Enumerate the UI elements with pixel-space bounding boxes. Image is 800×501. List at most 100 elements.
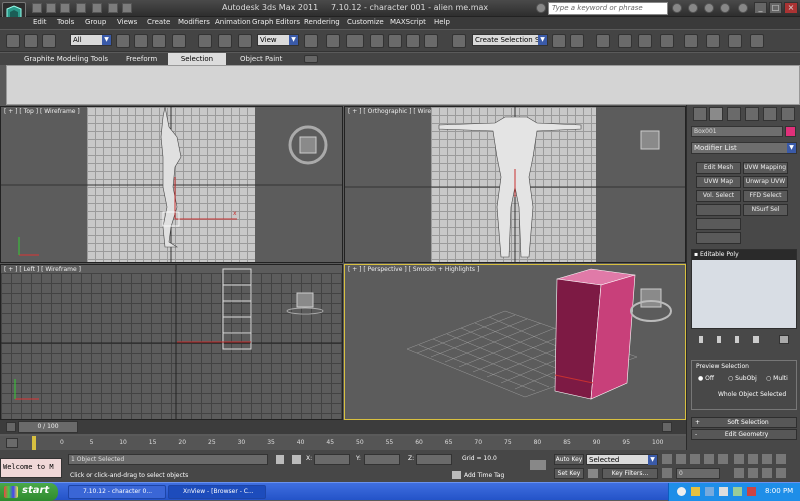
window-crossing-icon[interactable] [172,34,186,48]
curve-editor-icon[interactable] [638,34,652,48]
configure-sets-icon[interactable] [779,335,789,344]
new-file-icon[interactable] [32,3,42,13]
empty-modifier-button[interactable] [696,204,741,216]
empty-modifier-button-3[interactable] [696,232,741,244]
key-mode-toggle-icon[interactable] [662,468,672,478]
stack-item-editable-poly[interactable]: ▪ Editable Poly [692,250,796,260]
close-icon[interactable]: × [784,2,798,14]
make-unique-icon[interactable] [735,336,739,343]
menu-help[interactable]: Help [434,18,450,26]
search-go-icon[interactable] [672,3,682,13]
project-folder-icon[interactable] [108,3,118,13]
orbit-icon[interactable] [762,468,772,478]
angle-snap-icon[interactable] [388,34,402,48]
task-xnview[interactable]: XnView - [Browser - C... [168,485,266,499]
vol-select-button[interactable]: Vol. Select [696,190,741,202]
tray-icon-3[interactable] [705,487,714,496]
play-icon[interactable] [690,454,700,464]
preview-off-radio[interactable]: ● Off [698,375,714,382]
percent-snap-icon[interactable] [406,34,420,48]
reference-coord-dropdown[interactable]: View ▼ [257,34,299,46]
hierarchy-tab-icon[interactable] [727,107,741,121]
preview-subobj-radio[interactable]: ○ SubObj [728,375,757,382]
keyboard-shortcut-icon[interactable] [346,34,364,48]
snap-toggle-icon[interactable] [370,34,384,48]
object-name-field[interactable]: Box001 [691,126,783,137]
align-icon[interactable] [570,34,584,48]
search-input[interactable]: Type a keyword or phrase [548,2,668,15]
zoom-all-icon[interactable] [748,454,758,464]
time-slider[interactable]: 0 / 100 [0,420,686,434]
rect-selection-icon[interactable] [152,34,166,48]
favorites-star-icon[interactable] [720,3,730,13]
undo-tool-icon[interactable] [6,34,20,48]
menu-edit[interactable]: Edit [33,18,47,26]
soft-selection-rollout[interactable]: + Soft Selection [691,417,797,428]
help-icon[interactable] [738,3,748,13]
minimize-icon[interactable]: _ [754,2,767,14]
key-mode-dropdown[interactable]: Selected ▼ [586,454,658,465]
tray-icon-4[interactable] [719,487,728,496]
remove-modifier-icon[interactable] [753,336,759,343]
tray-icon-5[interactable] [733,487,742,496]
time-slider-next-icon[interactable] [662,422,672,432]
zoom-icon[interactable] [734,454,744,464]
set-key-button[interactable]: Set Key [554,468,584,479]
z-coord-field[interactable] [416,454,452,465]
render-teapot-icon[interactable] [750,34,764,48]
key-filters-button[interactable]: Key Filters... [602,468,658,479]
layer-manager-icon[interactable] [596,34,610,48]
object-color-swatch[interactable] [785,126,796,137]
viewport-orthographic[interactable]: [ + ] [ Orthographic ] [ Wireframe ] [344,106,686,263]
rendered-frame-icon[interactable] [728,34,742,48]
subscription-icon[interactable] [688,3,698,13]
select-by-name-icon[interactable] [134,34,148,48]
schematic-view-icon[interactable] [660,34,674,48]
communication-icon[interactable] [704,3,714,13]
track-bar[interactable]: 0 5 10 15 20 25 30 35 40 45 50 55 60 65 70 75 80 85 90 95 10… [0,436,686,450]
y-coord-field[interactable] [364,454,400,465]
current-frame-field[interactable]: 0 [676,468,720,479]
maximize-viewport-icon[interactable] [776,468,786,478]
maximize-icon[interactable]: □ [769,2,782,14]
modifier-list-dropdown[interactable]: Modifier List ▼ [691,142,797,154]
spinner-snap-icon[interactable] [424,34,438,48]
show-end-result-icon[interactable] [717,336,721,343]
create-tab-icon[interactable] [693,107,707,121]
quick-access-dropdown-icon[interactable] [122,3,132,13]
tab-object-paint[interactable]: Object Paint [234,53,288,65]
modifier-stack[interactable]: ▪ Editable Poly [691,249,797,329]
go-to-start-icon[interactable] [662,454,672,464]
zoom-extents-all-icon[interactable] [776,454,786,464]
zoom-extents-icon[interactable] [762,454,772,464]
ribbon-options-icon[interactable] [304,55,318,63]
utilities-tab-icon[interactable] [781,107,795,121]
redo-icon[interactable] [92,3,102,13]
set-key-filter-icon[interactable] [588,469,598,478]
tab-freeform[interactable]: Freeform [120,53,163,65]
render-setup-icon[interactable] [706,34,720,48]
key-icon[interactable] [530,460,546,470]
viewcube-icon[interactable] [286,123,330,167]
lock-selection-icon[interactable] [276,455,284,464]
previous-frame-icon[interactable] [676,454,686,464]
task-3dsmax[interactable]: 7.10.12 - character 0... [68,485,166,499]
selection-filter-dropdown[interactable]: All ▼ [70,34,112,46]
undo-icon[interactable] [76,3,86,13]
move-icon[interactable] [198,34,212,48]
link-icon[interactable] [24,34,38,48]
unlink-icon[interactable] [42,34,56,48]
display-tab-icon[interactable] [763,107,777,121]
material-editor-icon[interactable] [684,34,698,48]
pin-stack-icon[interactable] [699,336,703,343]
tray-icon-2[interactable] [691,487,700,496]
time-slider-prev-icon[interactable] [6,422,16,432]
edit-named-sets-icon[interactable] [452,34,466,48]
menu-maxscript[interactable]: MAXScript [390,18,426,26]
menu-animation[interactable]: Animation [215,18,251,26]
x-coord-field[interactable] [314,454,350,465]
tray-icon-6[interactable] [747,487,756,496]
ffd-select-button[interactable]: FFD Select [743,190,788,202]
menu-views[interactable]: Views [117,18,137,26]
preview-multi-radio[interactable]: ○ Multi [766,375,788,382]
